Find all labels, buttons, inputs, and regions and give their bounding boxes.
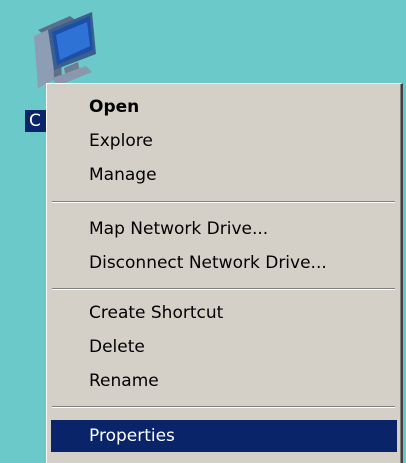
menu-item-create-shortcut[interactable]: Create Shortcut (51, 298, 397, 328)
my-computer-label[interactable]: C (25, 110, 47, 132)
menu-item-map-network-drive[interactable]: Map Network Drive... (51, 214, 397, 244)
menu-separator (52, 406, 395, 408)
menu-item-open[interactable]: Open (51, 92, 397, 122)
menu-item-delete[interactable]: Delete (51, 332, 397, 362)
menu-separator (52, 201, 395, 203)
menu-item-explore[interactable]: Explore (51, 126, 397, 156)
menu-item-manage[interactable]: Manage (51, 160, 397, 190)
menu-separator (52, 288, 395, 290)
desktop: C Open Explore Manage Map Network Drive.… (0, 0, 406, 463)
context-menu: Open Explore Manage Map Network Drive...… (46, 83, 403, 463)
menu-item-disconnect-network-drive[interactable]: Disconnect Network Drive... (51, 248, 397, 278)
menu-item-properties[interactable]: Properties (51, 420, 397, 452)
menu-item-rename[interactable]: Rename (51, 366, 397, 396)
